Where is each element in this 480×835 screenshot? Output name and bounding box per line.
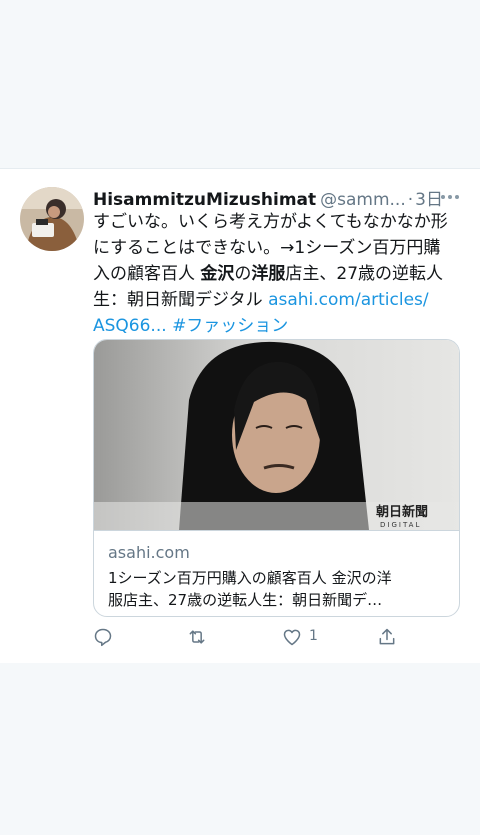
card-domain: asahi.com (108, 543, 190, 562)
separator-dot: · (407, 190, 414, 210)
more-dots-icon[interactable] (440, 189, 460, 205)
share-button[interactable] (377, 627, 397, 649)
retweet-icon (189, 630, 205, 644)
tweet-text-line-2: にすることはできない。→1シーズン百万円購 (93, 238, 441, 258)
reply-button[interactable] (93, 627, 113, 649)
link-preview-card[interactable]: 朝日新聞 DIGITAL asahi.com 1シーズン百万円購入の顧客百人 金… (93, 339, 460, 617)
tweet-text-line-1: すごいな。いくら考え方がよくてもなかなか形 (93, 212, 448, 232)
card-brand-sub: DIGITAL (380, 521, 421, 529)
top-empty-area (0, 0, 480, 168)
tweet-actions: 1 (93, 627, 463, 649)
tweet-text-line-3: 入の顧客百人 金沢の洋服店主、27歳の逆転人 (93, 264, 444, 284)
tweet-text-line-4: 生：朝日新聞デジタル asahi.com/articles/ (93, 290, 429, 310)
card-brand: 朝日新聞 (376, 504, 428, 520)
reply-icon (94, 628, 112, 647)
tweet-text-line-5: ASQ66... #ファッション (93, 313, 463, 339)
bottom-empty-area (0, 663, 480, 835)
article-link[interactable]: asahi.com/articles/ (268, 290, 429, 310)
card-info: asahi.com 1シーズン百万円購入の顧客百人 金沢の洋 服店主、27歳の逆… (94, 530, 459, 616)
card-image: 朝日新聞 DIGITAL (94, 340, 459, 530)
avatar[interactable] (20, 187, 84, 251)
hashtag-link[interactable]: #ファッション (172, 316, 288, 336)
retweet-button[interactable] (187, 627, 207, 649)
share-icon (379, 628, 395, 645)
like-count: 1 (309, 628, 318, 644)
card-title: 1シーズン百万円購入の顧客百人 金沢の洋 服店主、27歳の逆転人生：朝日新聞デ… (108, 569, 392, 609)
heart-icon (283, 629, 301, 646)
article-link-continued[interactable]: ASQ66... (93, 316, 167, 336)
display-name[interactable]: HisammitzuMizushimat (93, 190, 316, 210)
like-button[interactable]: 1 (282, 627, 342, 649)
timestamp[interactable]: 3日 (415, 190, 443, 210)
user-handle[interactable]: @samm... (320, 190, 406, 210)
tweet[interactable]: HisammitzuMizushimat @samm... · 3日 すごいな。いくら… (0, 168, 480, 663)
tweet-text: すごいな。いくら考え方がよくてもなかなか形 にすることはできない。→1シーズン百… (93, 209, 463, 339)
